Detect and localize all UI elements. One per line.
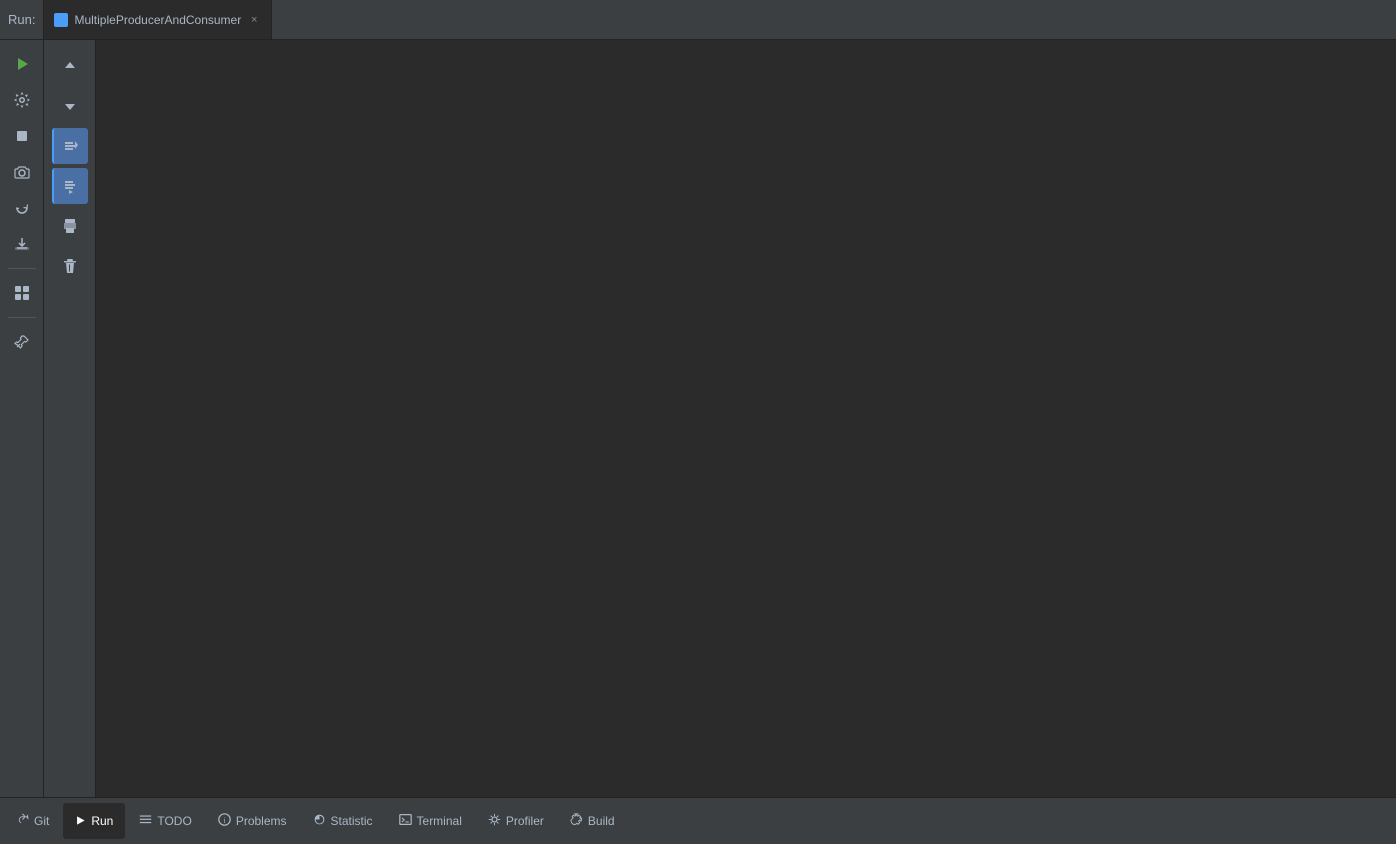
todo-tab-label: TODO	[157, 814, 191, 828]
build-tab-label: Build	[588, 814, 615, 828]
sidebar-sync-button[interactable]	[6, 192, 38, 224]
sidebar-import-button[interactable]	[6, 228, 38, 260]
profiler-icon	[488, 813, 501, 829]
bottom-bar: Git Run TODO i Problems Statistic Termin…	[0, 797, 1396, 844]
problems-icon: i	[218, 813, 231, 829]
git-tab-label: Git	[34, 814, 49, 828]
down-button[interactable]	[52, 88, 88, 124]
active-tab[interactable]: MultipleProducerAndConsumer ×	[43, 0, 272, 39]
up-button[interactable]	[52, 48, 88, 84]
run-toolbar	[44, 40, 96, 797]
sidebar-snapshot-button[interactable]	[6, 156, 38, 188]
sidebar-wrench-button[interactable]	[6, 84, 38, 116]
svg-text:i: i	[224, 816, 226, 825]
profiler-tab[interactable]: Profiler	[476, 803, 556, 839]
tab-close-button[interactable]: ×	[247, 13, 261, 27]
run-label: Run:	[8, 12, 35, 27]
profiler-tab-label: Profiler	[506, 814, 544, 828]
build-tab[interactable]: Build	[558, 803, 627, 839]
rerun-button[interactable]	[52, 128, 88, 164]
build-icon	[570, 813, 583, 829]
problems-tab[interactable]: i Problems	[206, 803, 299, 839]
git-tab[interactable]: Git	[4, 803, 61, 839]
run-tab-label: Run	[91, 814, 113, 828]
content-area	[96, 40, 1396, 797]
sidebar-divider	[8, 268, 36, 269]
statistic-tab[interactable]: Statistic	[301, 803, 385, 839]
todo-tab[interactable]: TODO	[127, 803, 203, 839]
tab-title: MultipleProducerAndConsumer	[74, 13, 241, 27]
statistic-icon	[313, 813, 326, 829]
tab-bar: Run: MultipleProducerAndConsumer ×	[0, 0, 1396, 40]
tab-icon	[54, 13, 68, 27]
left-sidebar	[0, 40, 44, 797]
sidebar-layout-button[interactable]	[6, 277, 38, 309]
run-bottom-tab[interactable]: Run	[63, 803, 125, 839]
sidebar-stop-button[interactable]	[6, 120, 38, 152]
git-icon	[16, 813, 29, 829]
step-button[interactable]	[52, 168, 88, 204]
run-bottom-icon	[75, 814, 86, 829]
statistic-tab-label: Statistic	[331, 814, 373, 828]
todo-icon	[139, 813, 152, 829]
print-button[interactable]	[52, 208, 88, 244]
terminal-tab-label: Terminal	[417, 814, 462, 828]
delete-button[interactable]	[52, 248, 88, 284]
sidebar-divider-2	[8, 317, 36, 318]
terminal-icon	[399, 813, 412, 829]
sidebar-run-button[interactable]	[6, 48, 38, 80]
terminal-tab[interactable]: Terminal	[387, 803, 474, 839]
main-area	[0, 40, 1396, 797]
sidebar-pin-button[interactable]	[6, 326, 38, 358]
problems-tab-label: Problems	[236, 814, 287, 828]
